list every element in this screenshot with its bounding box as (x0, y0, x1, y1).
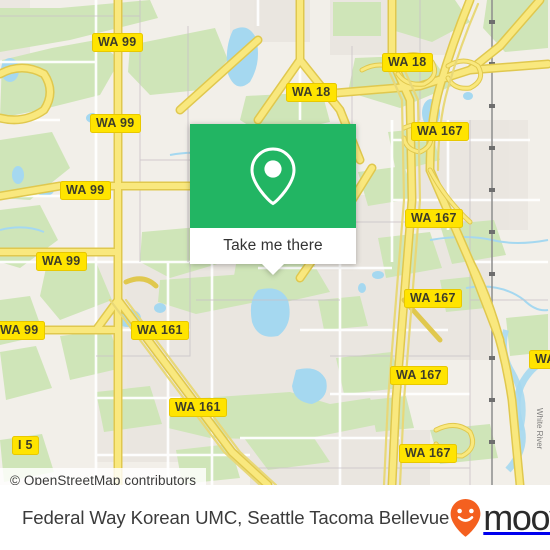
map-pin-icon (250, 147, 296, 206)
road-shield[interactable]: WA 18 (382, 53, 433, 72)
moovit-smiley-pin-icon (450, 498, 481, 537)
road-shield[interactable]: WA 99 (36, 252, 87, 271)
road-shield[interactable]: WA 18 (286, 83, 337, 102)
popup-pointer-tail (262, 264, 284, 275)
footer-bar: Federal Way Korean UMC, Seattle Tacoma B… (0, 485, 550, 550)
road-shield[interactable]: WA 167 (390, 366, 448, 385)
take-me-there-popup[interactable]: Take me there (190, 124, 356, 275)
water-label: White River (535, 408, 544, 450)
road-shield[interactable]: WA 167 (404, 289, 462, 308)
popup-action-label: Take me there (223, 237, 323, 254)
road-shield[interactable]: WA 99 (92, 33, 143, 52)
road-shield[interactable]: WA 99 (90, 114, 141, 133)
road-shield[interactable]: WA 167 (405, 209, 463, 228)
popup-action[interactable]: Take me there (190, 228, 356, 275)
road-shield[interactable]: WA 167 (399, 444, 457, 463)
road-shield[interactable]: WA 99 (60, 181, 111, 200)
moovit-wordmark: moovit (483, 496, 550, 538)
road-shield[interactable]: WA 167 (411, 122, 469, 141)
road-shield[interactable]: WA 161 (529, 350, 550, 369)
moovit-map-screenshot: WA 99 WA 18 WA 18 WA 99 WA 167 WA 99 WA … (0, 0, 550, 550)
popup-header (190, 124, 356, 228)
location-title: Federal Way Korean UMC, Seattle Tacoma B… (22, 506, 450, 528)
road-shield[interactable]: WA 161 (131, 321, 189, 340)
road-shield[interactable]: WA 99 (0, 321, 45, 340)
road-shield[interactable]: WA 161 (169, 398, 227, 417)
moovit-logo[interactable]: moovit (449, 498, 550, 538)
road-shield[interactable]: I 5 (12, 436, 39, 455)
